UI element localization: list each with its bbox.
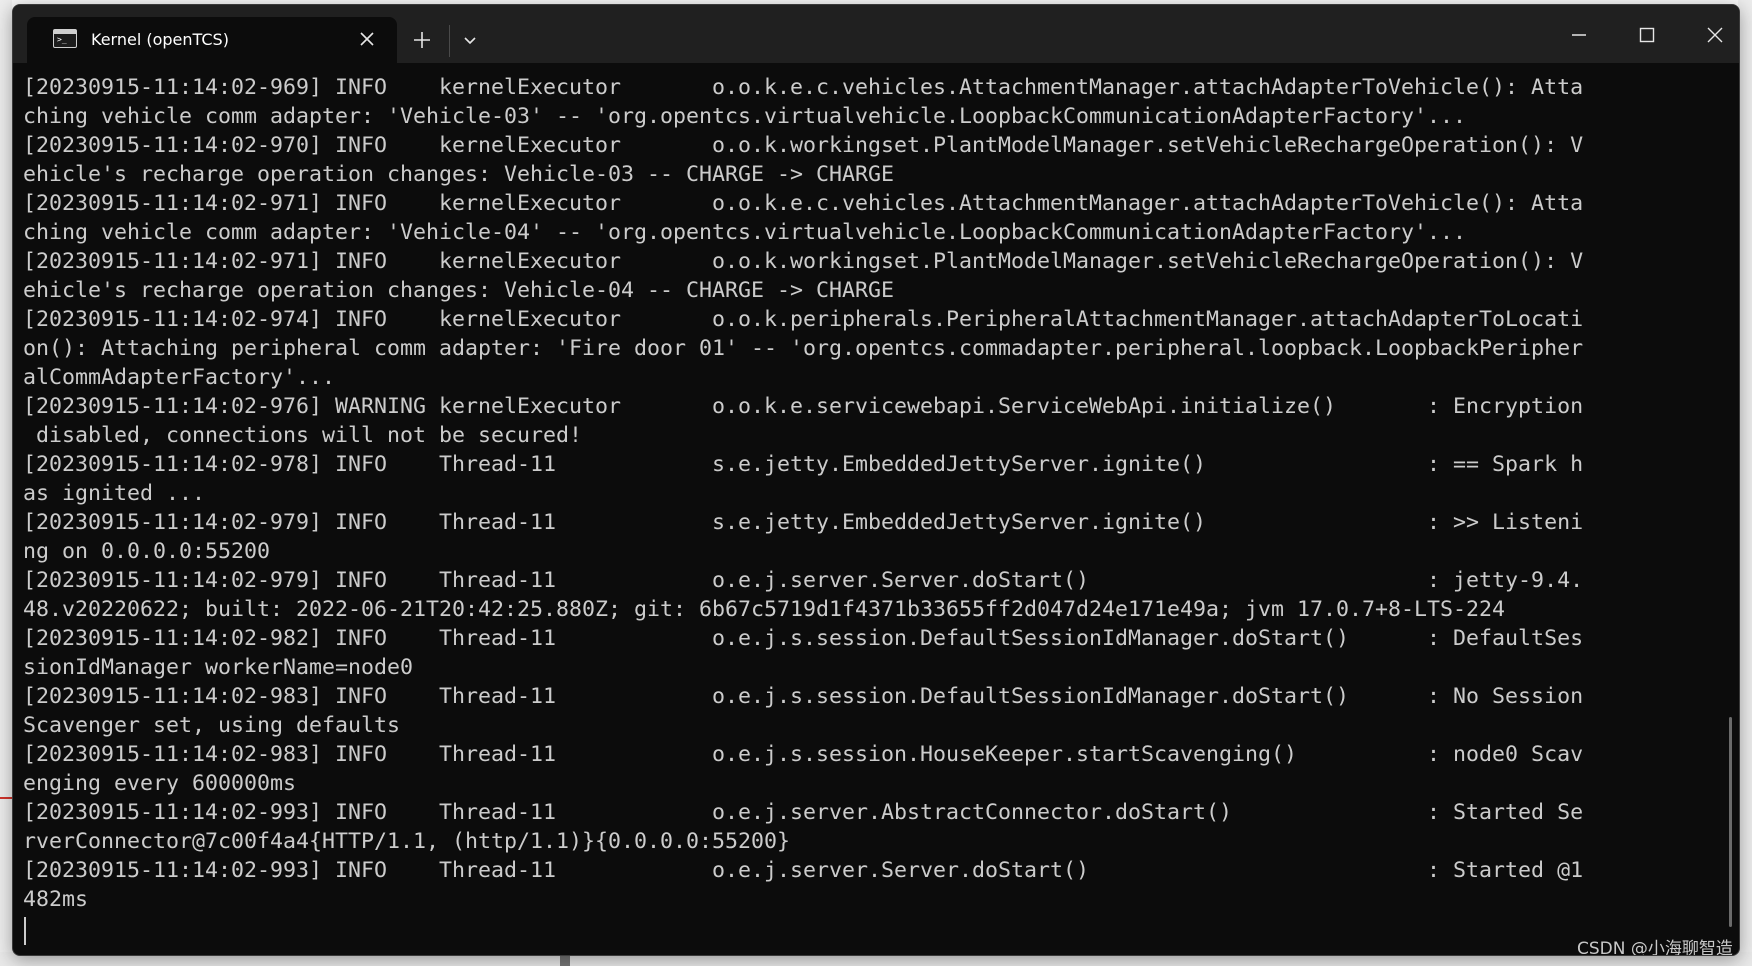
terminal-line: ehicle's recharge operation changes: Veh… <box>23 278 895 303</box>
background-window-edge-right <box>1738 0 1752 966</box>
terminal-line: Scavenger set, using defaults <box>23 713 401 738</box>
text-cursor <box>24 917 26 945</box>
scrollbar-thumb[interactable] <box>1729 717 1732 927</box>
terminal-line: [20230915-11:14:02-993] INFO Thread-11 o… <box>23 858 1584 883</box>
terminal-line: [20230915-11:14:02-971] INFO kernelExecu… <box>23 249 1584 274</box>
terminal-line: as ignited ... <box>23 481 206 506</box>
terminal-line: disabled, connections will not be secure… <box>23 423 583 448</box>
close-icon <box>1707 27 1723 43</box>
watermark-text: CSDN @小海聊智造 <box>1577 939 1733 956</box>
terminal-line: 482ms <box>23 887 89 912</box>
title-bar[interactable]: >_ Kernel (openTCS) <box>13 5 1739 63</box>
background-window-edge-left <box>0 0 12 966</box>
terminal-line: rverConnector@7c00f4a4{HTTP/1.1, (http/1… <box>23 829 791 854</box>
terminal-line: [20230915-11:14:02-979] INFO Thread-11 o… <box>23 568 1584 593</box>
terminal-line: [20230915-11:14:02-993] INFO Thread-11 o… <box>23 800 1584 825</box>
terminal-line: [20230915-11:14:02-978] INFO Thread-11 s… <box>23 452 1584 477</box>
terminal-line: alCommAdapterFactory'... <box>23 365 336 390</box>
tab-title: Kernel (openTCS) <box>91 30 229 49</box>
terminal-line: [20230915-11:14:02-976] WARNING kernelEx… <box>23 394 1584 419</box>
terminal-window: >_ Kernel (openTCS) [20230915-11:14:02-9… <box>12 4 1740 956</box>
terminal-line: [20230915-11:14:02-971] INFO kernelExecu… <box>23 191 1584 216</box>
tab-kernel-opentcs[interactable]: >_ Kernel (openTCS) <box>27 17 397 63</box>
terminal-line: ehicle's recharge operation changes: Veh… <box>23 162 895 187</box>
maximize-button[interactable] <box>1623 15 1671 55</box>
terminal-line: [20230915-11:14:02-970] INFO kernelExecu… <box>23 133 1584 158</box>
new-tab-button[interactable] <box>407 25 437 55</box>
terminal-icon: >_ <box>53 29 77 48</box>
minimize-icon <box>1572 34 1586 36</box>
close-icon <box>360 32 374 46</box>
terminal-line: ching vehicle comm adapter: 'Vehicle-03'… <box>23 104 1467 129</box>
terminal-line: [20230915-11:14:02-974] INFO kernelExecu… <box>23 307 1584 332</box>
terminal-line: [20230915-11:14:02-979] INFO Thread-11 s… <box>23 510 1584 535</box>
chevron-down-icon <box>464 37 476 45</box>
tab-separator <box>449 25 450 57</box>
maximize-icon <box>1639 27 1655 43</box>
terminal-line: [20230915-11:14:02-983] INFO Thread-11 o… <box>23 684 1584 709</box>
close-tab-button[interactable] <box>355 27 379 51</box>
terminal-line: on(): Attaching peripheral comm adapter:… <box>23 336 1584 361</box>
terminal-line: [20230915-11:14:02-982] INFO Thread-11 o… <box>23 626 1584 651</box>
terminal-output[interactable]: [20230915-11:14:02-969] INFO kernelExecu… <box>23 73 1723 953</box>
terminal-line: [20230915-11:14:02-969] INFO kernelExecu… <box>23 75 1584 100</box>
close-window-button[interactable] <box>1691 15 1739 55</box>
terminal-line: enging every 600000ms <box>23 771 297 796</box>
tab-dropdown-button[interactable] <box>455 25 485 55</box>
terminal-line: ng on 0.0.0.0:55200 <box>23 539 271 564</box>
terminal-line: sionIdManager workerName=node0 <box>23 655 414 680</box>
minimize-button[interactable] <box>1555 15 1603 55</box>
terminal-line: [20230915-11:14:02-983] INFO Thread-11 o… <box>23 742 1584 767</box>
plus-icon <box>414 32 430 48</box>
background-red-line <box>0 797 12 799</box>
terminal-line: 48.v20220622; built: 2022-06-21T20:42:25… <box>23 597 1506 622</box>
terminal-line: ching vehicle comm adapter: 'Vehicle-04'… <box>23 220 1467 245</box>
